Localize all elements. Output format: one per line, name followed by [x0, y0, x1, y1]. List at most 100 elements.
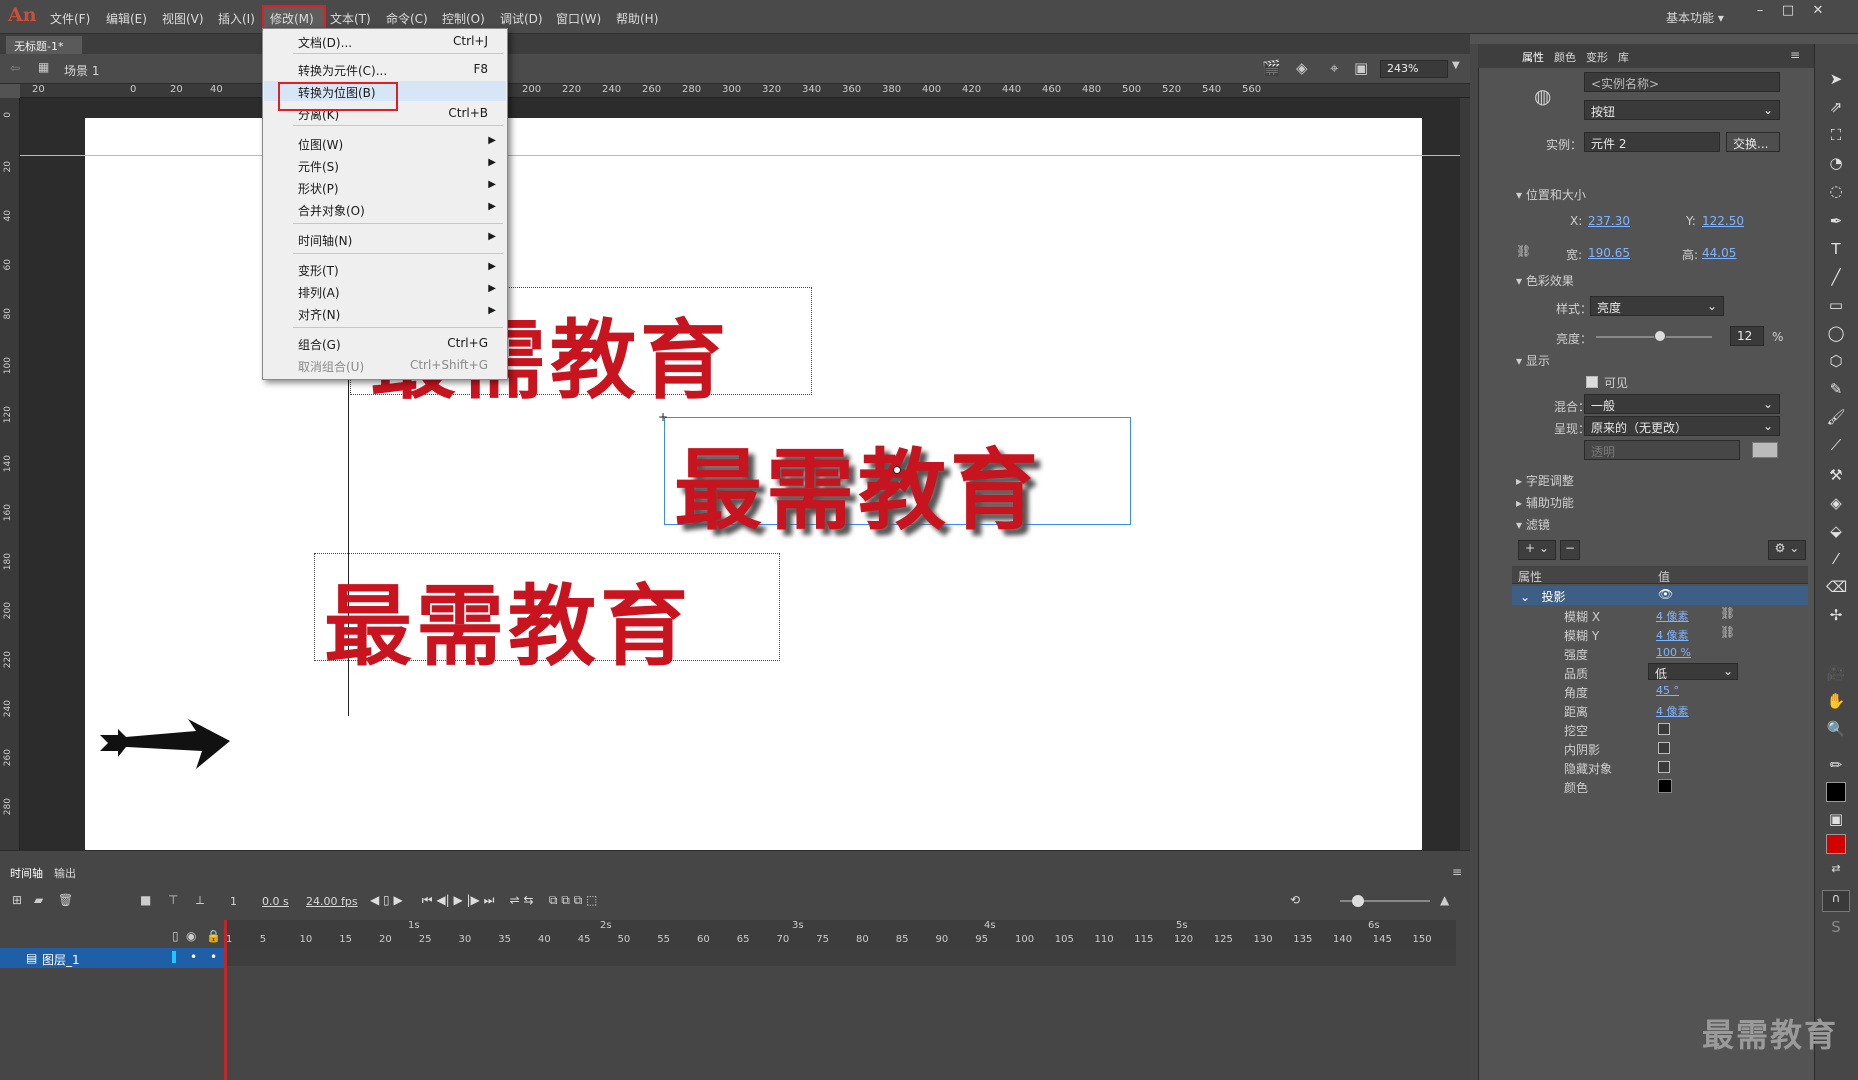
loop-icon[interactable]: ⟲ [1290, 893, 1300, 907]
menu-item-shape[interactable]: 形状(P) ▶ [264, 177, 506, 197]
link-icon[interactable]: ⛓ [1720, 625, 1735, 639]
camera-icon[interactable]: ■ [140, 893, 151, 907]
maximize-icon[interactable]: □ [1776, 3, 1800, 21]
outline-icon[interactable]: ▯ [172, 929, 179, 943]
3d-rotation-tool-icon[interactable]: ◔ [1826, 154, 1846, 174]
color-style-select[interactable]: 亮度 ⌄ [1590, 296, 1724, 316]
lasso-tool-icon[interactable]: ◌ [1826, 182, 1846, 202]
section-color-effect[interactable]: ▾ 色彩效果 [1516, 272, 1574, 289]
menu-item-combine-objects[interactable]: 合并对象(O) ▶ [264, 199, 506, 219]
menu-help[interactable]: 帮助(H) [616, 10, 658, 27]
add-filter-button[interactable]: + ⌄ [1518, 540, 1556, 560]
new-layer-icon[interactable]: ⊞ [12, 893, 22, 907]
paint-bucket-icon[interactable]: ◈ [1296, 59, 1308, 77]
scene-label[interactable]: 场景 1 [64, 62, 99, 79]
pencil-tool-icon[interactable]: ✎ [1826, 380, 1846, 400]
filter-row-value[interactable]: 4 像素 [1656, 608, 1689, 624]
fill-color-icon[interactable]: ▣ [1826, 810, 1846, 830]
filter-drop-shadow-row[interactable]: ⌄ 投影 👁 [1512, 586, 1808, 605]
knockout-checkbox[interactable] [1658, 723, 1670, 735]
fill-color-swatch[interactable] [1826, 834, 1846, 854]
frames-ruler[interactable]: 1s 2s 3s 4s 5s 6s 1 5 10 15 20 25 30 35 40 45 50 55 60 65 70… [226, 920, 1456, 948]
tab-timeline[interactable]: 时间轴 [10, 865, 43, 881]
new-folder-icon[interactable]: ▰ [34, 893, 43, 907]
section-display[interactable]: ▾ 显示 [1516, 352, 1550, 369]
hide-object-checkbox[interactable] [1658, 761, 1670, 773]
menu-item-arrange[interactable]: 排列(A) ▶ [264, 281, 506, 301]
menu-edit[interactable]: 编辑(E) [106, 10, 147, 27]
tab-transform[interactable]: 变形 [1586, 49, 1608, 65]
chevron-down-icon[interactable]: ▼ [1452, 60, 1460, 71]
menu-control[interactable]: 控制(O) [442, 10, 485, 27]
stroke-color-icon[interactable]: ✏ [1826, 756, 1846, 776]
line-tool-icon[interactable]: ╱ [1826, 268, 1846, 288]
tab-color[interactable]: 颜色 [1554, 49, 1576, 65]
timeline-zoom-handle[interactable] [1352, 895, 1364, 907]
width-tool-icon[interactable]: ✢ [1826, 606, 1846, 626]
minimize-icon[interactable]: – [1748, 3, 1772, 21]
arrow-shape[interactable] [96, 715, 232, 771]
menu-item-bitmap[interactable]: 位图(W) ▶ [264, 133, 506, 153]
panel-menu-icon[interactable]: ≡ [1452, 865, 1462, 879]
back-arrow-icon[interactable]: ⇦ [10, 61, 20, 75]
pen-tool-icon[interactable]: ✒ [1826, 212, 1846, 232]
menu-view[interactable]: 视图(V) [162, 10, 204, 27]
link-icon[interactable]: ⛓ [1516, 244, 1531, 258]
paint-brush-tool-icon[interactable]: 🖌 [1826, 408, 1846, 428]
layer-visible-dot[interactable]: • [190, 950, 197, 964]
filter-options-button[interactable]: ⚙ ⌄ [1768, 540, 1806, 560]
text-object-selected[interactable]: 最需教育 [674, 420, 1042, 547]
x-value[interactable]: 237.30 [1588, 214, 1630, 228]
menu-item-timeline[interactable]: 时间轴(N) ▶ [264, 229, 506, 249]
current-time[interactable]: 0.0 s [262, 895, 289, 908]
clip-icon[interactable]: ▣ [1354, 59, 1368, 77]
subselection-tool-icon[interactable]: ⇗ [1826, 98, 1846, 118]
mountain-icon[interactable]: ▲ [1440, 893, 1449, 907]
render-select[interactable]: 原来的（无更改） ⌄ [1584, 416, 1780, 436]
menu-debug[interactable]: 调试(D) [500, 10, 543, 27]
free-transform-tool-icon[interactable]: ⛶ [1826, 126, 1846, 146]
menu-item-convert-to-symbol[interactable]: 转换为元件(C)... F8 [264, 59, 506, 79]
section-position-size[interactable]: ▾ 位置和大小 [1516, 186, 1586, 203]
frame-rate[interactable]: 24.00 fps [306, 895, 358, 908]
hand-tool-icon[interactable]: ✋ [1826, 692, 1846, 712]
symbol-type-select[interactable]: 按钮 ⌄ [1584, 100, 1780, 120]
menu-item-symbol[interactable]: 元件(S) ▶ [264, 155, 506, 175]
inner-shadow-checkbox[interactable] [1658, 742, 1670, 754]
filter-row-value[interactable]: 4 像素 [1656, 627, 1689, 643]
frames-area[interactable] [226, 948, 1456, 966]
text-object-bottom[interactable]: 最需教育 [324, 556, 692, 683]
zoom-tool-icon[interactable]: 🔍 [1826, 720, 1846, 740]
tab-library[interactable]: 库 [1618, 49, 1629, 65]
playback-controls[interactable]: ◀ ▯ ▶ ⏮ ◀| ▶ |▶ ⏭ ⇌ ⇆ ⧉ ⧉ ⧉ ⬚ [370, 893, 597, 908]
visible-checkbox[interactable] [1586, 376, 1598, 388]
polystar-tool-icon[interactable]: ⬡ [1826, 352, 1846, 372]
menu-item-document[interactable]: 文档(D)... Ctrl+J [264, 31, 506, 51]
panel-menu-icon[interactable]: ≡ [1790, 48, 1800, 62]
camera-tool-icon[interactable]: 🎥 [1826, 664, 1846, 684]
stroke-color-swatch[interactable] [1826, 782, 1846, 802]
swap-button[interactable]: 交换... [1726, 132, 1780, 152]
brush-tool-icon[interactable]: ⟋ [1826, 436, 1846, 456]
text-tool-icon[interactable]: T [1826, 240, 1846, 260]
menu-item-group[interactable]: 组合(G) Ctrl+G [264, 333, 506, 353]
swap-colors-icon[interactable]: ⇄ [1826, 862, 1846, 882]
filter-row-value[interactable]: 45 ° [1656, 684, 1679, 697]
eyedropper-tool-icon[interactable]: ⁄ [1826, 550, 1846, 570]
tab-properties[interactable]: 属性 [1522, 49, 1544, 65]
workspace-switcher[interactable]: 基本功能 ▾ [1666, 9, 1724, 26]
zoom-field[interactable]: 243% [1380, 60, 1448, 78]
height-value[interactable]: 44.05 [1702, 246, 1736, 260]
playhead[interactable] [224, 920, 227, 1080]
brightness-input[interactable]: 12 [1730, 326, 1764, 346]
lock-icon[interactable]: 🔒 [206, 929, 221, 943]
guide-line[interactable] [20, 155, 1460, 156]
ink-bottle-tool-icon[interactable]: ⬙ [1826, 522, 1846, 542]
layer-row[interactable]: ▤ 图层_1 • • [0, 948, 226, 968]
snap-to-objects-button[interactable]: ∩ [1822, 890, 1850, 912]
width-value[interactable]: 190.65 [1588, 246, 1630, 260]
eye-icon[interactable]: 👁 [1658, 587, 1673, 601]
remove-filter-button[interactable]: − [1560, 540, 1580, 560]
smooth-icon[interactable]: S [1826, 918, 1846, 938]
menu-item-transform[interactable]: 变形(T) ▶ [264, 259, 506, 279]
